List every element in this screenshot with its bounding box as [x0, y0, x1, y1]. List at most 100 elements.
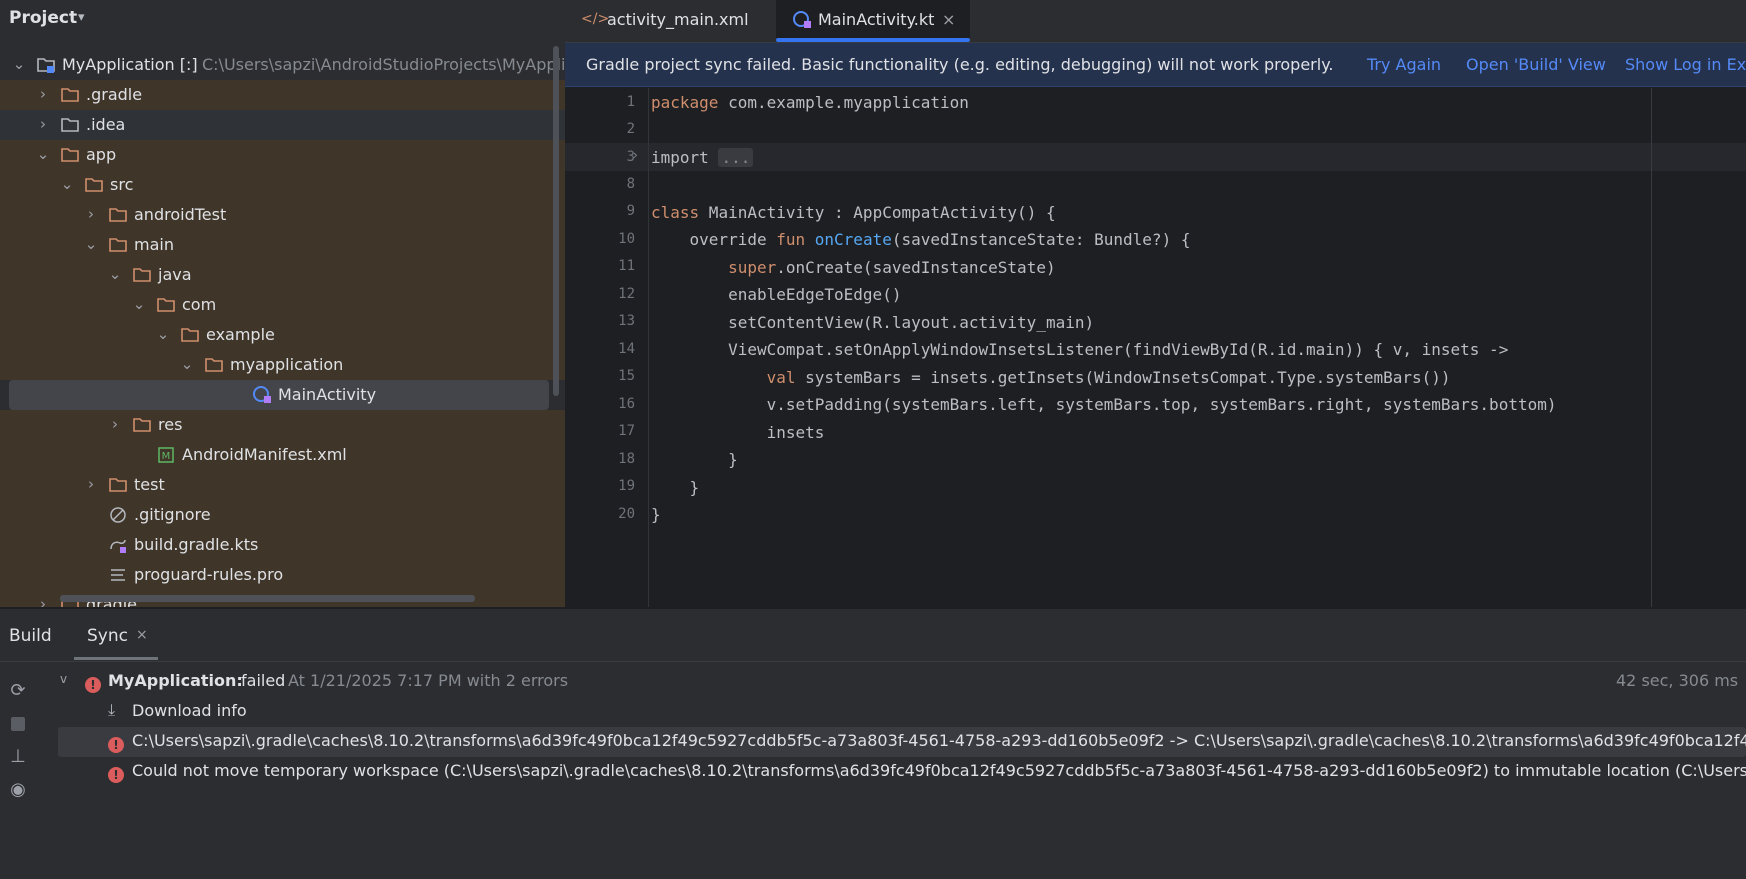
- tree-item-label: MyApplication [:]: [62, 55, 198, 74]
- build-root-row[interactable]: v ! MyApplication: failed At 1/21/2025 7…: [58, 667, 1746, 697]
- error-row[interactable]: ! Could not move temporary workspace (C:…: [58, 757, 1746, 787]
- tree-item[interactable]: ⌄ main: [0, 230, 565, 260]
- code-line-19[interactable]: }: [651, 478, 700, 497]
- code-line-15[interactable]: val systemBars = insets.getInsets(Window…: [651, 368, 1451, 387]
- download-info-row[interactable]: ⤓ Download info: [58, 697, 1746, 727]
- tree-item-label: res: [158, 415, 183, 434]
- code-line-12[interactable]: enableEdgeToEdge(): [651, 285, 901, 304]
- folder-icon: [132, 415, 152, 435]
- code-token: class: [651, 203, 700, 222]
- code-line-9[interactable]: class MainActivity : AppCompatActivity()…: [651, 203, 1056, 222]
- tab-mainactivity-kt[interactable]: MainActivity.kt ×: [776, 0, 970, 42]
- tree-item[interactable]: › res: [0, 410, 565, 440]
- chevron-down-icon[interactable]: ⌄: [84, 235, 98, 253]
- fold-arrow-icon[interactable]: ›: [633, 148, 638, 162]
- tree-row-background: [0, 320, 565, 350]
- pin-icon[interactable]: ⊥: [6, 746, 30, 770]
- line-number: 18: [618, 451, 635, 467]
- code-line-11[interactable]: super.onCreate(savedInstanceState): [651, 258, 1056, 277]
- build-tabbar: Build Sync ×: [0, 609, 1746, 662]
- tree-item[interactable]: ⌄ com: [0, 290, 565, 320]
- code-line-18[interactable]: }: [651, 450, 738, 469]
- chevron-down-icon[interactable]: ⌄: [12, 55, 26, 73]
- tree-row-background: [0, 260, 565, 290]
- line-number: 17: [618, 423, 635, 439]
- folder-icon: [180, 325, 200, 345]
- gutter-separator: [648, 88, 649, 607]
- tree-item[interactable]: .gitignore: [0, 500, 565, 530]
- tree-item-path: C:\Users\sapzi\AndroidStudioProjects\MyA…: [202, 55, 565, 74]
- close-icon[interactable]: ×: [136, 627, 148, 643]
- open-build-view-link[interactable]: Open 'Build' View: [1466, 55, 1606, 74]
- stop-icon[interactable]: [6, 713, 30, 737]
- tab-build[interactable]: Build: [9, 626, 52, 646]
- tree-item-label: app: [86, 145, 117, 164]
- code-token: super: [651, 258, 777, 277]
- chevron-down-icon[interactable]: ⌄: [108, 265, 122, 283]
- tree-item[interactable]: ⌄ myapplication: [0, 350, 565, 380]
- tree-item[interactable]: › test: [0, 470, 565, 500]
- editor: </> activity_main.xml MainActivity.kt × …: [565, 0, 1746, 607]
- tree-scrollbar[interactable]: [553, 46, 559, 396]
- banner-message: Gradle project sync failed. Basic functi…: [586, 55, 1334, 74]
- line-number: 11: [618, 258, 635, 274]
- tree-item[interactable]: › .gradle: [0, 80, 565, 110]
- tree-item[interactable]: ⌄ example: [0, 320, 565, 350]
- tree-item[interactable]: MainActivity: [0, 380, 565, 410]
- tree-item-label: myapplication: [230, 355, 344, 374]
- code-token: package: [651, 93, 719, 112]
- tree-item[interactable]: ⌄ java: [0, 260, 565, 290]
- tree-item[interactable]: ⌄ MyApplication [:] C:\Users\sapzi\Android…: [0, 50, 565, 80]
- sync-icon[interactable]: ⟳: [6, 680, 30, 704]
- chevron-right-icon[interactable]: ›: [108, 415, 122, 433]
- tree-item[interactable]: M AndroidManifest.xml: [0, 440, 565, 470]
- try-again-link[interactable]: Try Again: [1367, 55, 1441, 74]
- code-line-17[interactable]: insets: [651, 423, 825, 442]
- tree-item[interactable]: proguard-rules.pro: [0, 560, 565, 590]
- tree-row-background: [0, 110, 565, 140]
- chevron-down-icon[interactable]: ⌄: [156, 325, 170, 343]
- code-line-3[interactable]: import ...: [651, 148, 754, 167]
- chevron-down-icon[interactable]: ⌄: [132, 295, 146, 313]
- chevron-down-icon[interactable]: v: [60, 672, 67, 686]
- tree-item[interactable]: › .idea: [0, 110, 565, 140]
- chevron-down-icon[interactable]: ⌄: [36, 145, 50, 163]
- chevron-down-icon[interactable]: ▾: [78, 10, 85, 25]
- folder-icon: [60, 85, 80, 105]
- folded-imports[interactable]: ...: [718, 148, 754, 167]
- tree-item[interactable]: ⌄ src: [0, 170, 565, 200]
- code-line-1[interactable]: package com.example.myapplication: [651, 93, 969, 112]
- folder-icon: [108, 475, 128, 495]
- line-number: 10: [618, 231, 635, 247]
- chevron-down-icon[interactable]: ⌄: [60, 175, 74, 193]
- eye-icon[interactable]: ◉: [6, 779, 30, 803]
- chevron-right-icon[interactable]: ›: [36, 595, 50, 607]
- show-log-link[interactable]: Show Log in Explorer: [1625, 55, 1746, 74]
- code-line-16[interactable]: v.setPadding(systemBars.left, systemBars…: [651, 395, 1557, 414]
- tree-item-label: com: [182, 295, 217, 314]
- tree-h-scrollbar[interactable]: [60, 595, 475, 602]
- build-root-status: failed: [241, 671, 286, 690]
- tab-sync[interactable]: Sync: [87, 626, 128, 646]
- chevron-right-icon[interactable]: ›: [36, 115, 50, 133]
- folder-icon: [108, 205, 128, 225]
- folder-icon: [84, 175, 104, 195]
- tree-item[interactable]: build.gradle.kts: [0, 530, 565, 560]
- xml-icon: </>: [581, 11, 610, 27]
- close-icon[interactable]: ×: [942, 10, 955, 29]
- project-header: Project ▾: [0, 0, 565, 38]
- chevron-right-icon[interactable]: ›: [84, 475, 98, 493]
- code-line-10[interactable]: override fun onCreate(savedInstanceState…: [651, 230, 1191, 249]
- project-title[interactable]: Project: [9, 8, 77, 28]
- right-margin-guide: [1651, 88, 1652, 607]
- chevron-down-icon[interactable]: ⌄: [180, 355, 194, 373]
- code-line-20[interactable]: }: [651, 505, 661, 524]
- code-line-13[interactable]: setContentView(R.layout.activity_main): [651, 313, 1094, 332]
- tree-item[interactable]: › androidTest: [0, 200, 565, 230]
- tab-activity-main-xml[interactable]: </> activity_main.xml: [565, 0, 775, 42]
- code-line-14[interactable]: ViewCompat.setOnApplyWindowInsetsListene…: [651, 340, 1508, 359]
- chevron-right-icon[interactable]: ›: [84, 205, 98, 223]
- tree-item[interactable]: ⌄ app: [0, 140, 565, 170]
- chevron-right-icon[interactable]: ›: [36, 85, 50, 103]
- error-row[interactable]: ! C:\Users\sapzi\.gradle\caches\8.10.2\t…: [58, 727, 1746, 757]
